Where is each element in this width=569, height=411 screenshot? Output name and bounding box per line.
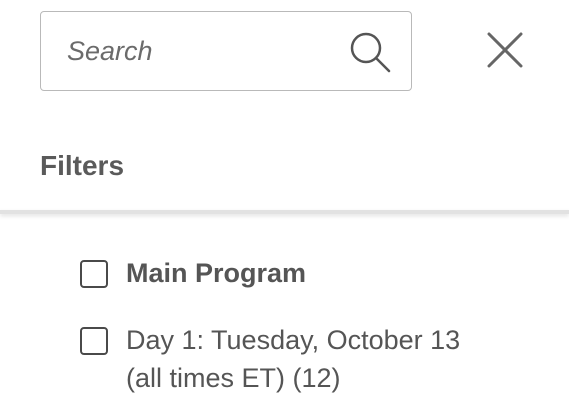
filter-option-day-1[interactable]: Day 1: Tuesday, October 13 (all times ET… bbox=[80, 321, 496, 397]
divider bbox=[0, 210, 569, 214]
filter-option-main-program[interactable]: Main Program bbox=[80, 254, 306, 292]
search-icon[interactable] bbox=[347, 29, 393, 75]
filter-label: Day 1: Tuesday, October 13 (all times ET… bbox=[126, 325, 461, 393]
search-input[interactable] bbox=[67, 12, 337, 90]
filters-title: Filters bbox=[40, 150, 125, 181]
checkbox[interactable] bbox=[80, 260, 108, 288]
close-icon[interactable] bbox=[482, 27, 528, 73]
search-header: Filters bbox=[0, 0, 569, 212]
filter-label: Main Program bbox=[126, 258, 307, 288]
checkbox[interactable] bbox=[80, 327, 108, 355]
search-box[interactable] bbox=[40, 11, 412, 91]
